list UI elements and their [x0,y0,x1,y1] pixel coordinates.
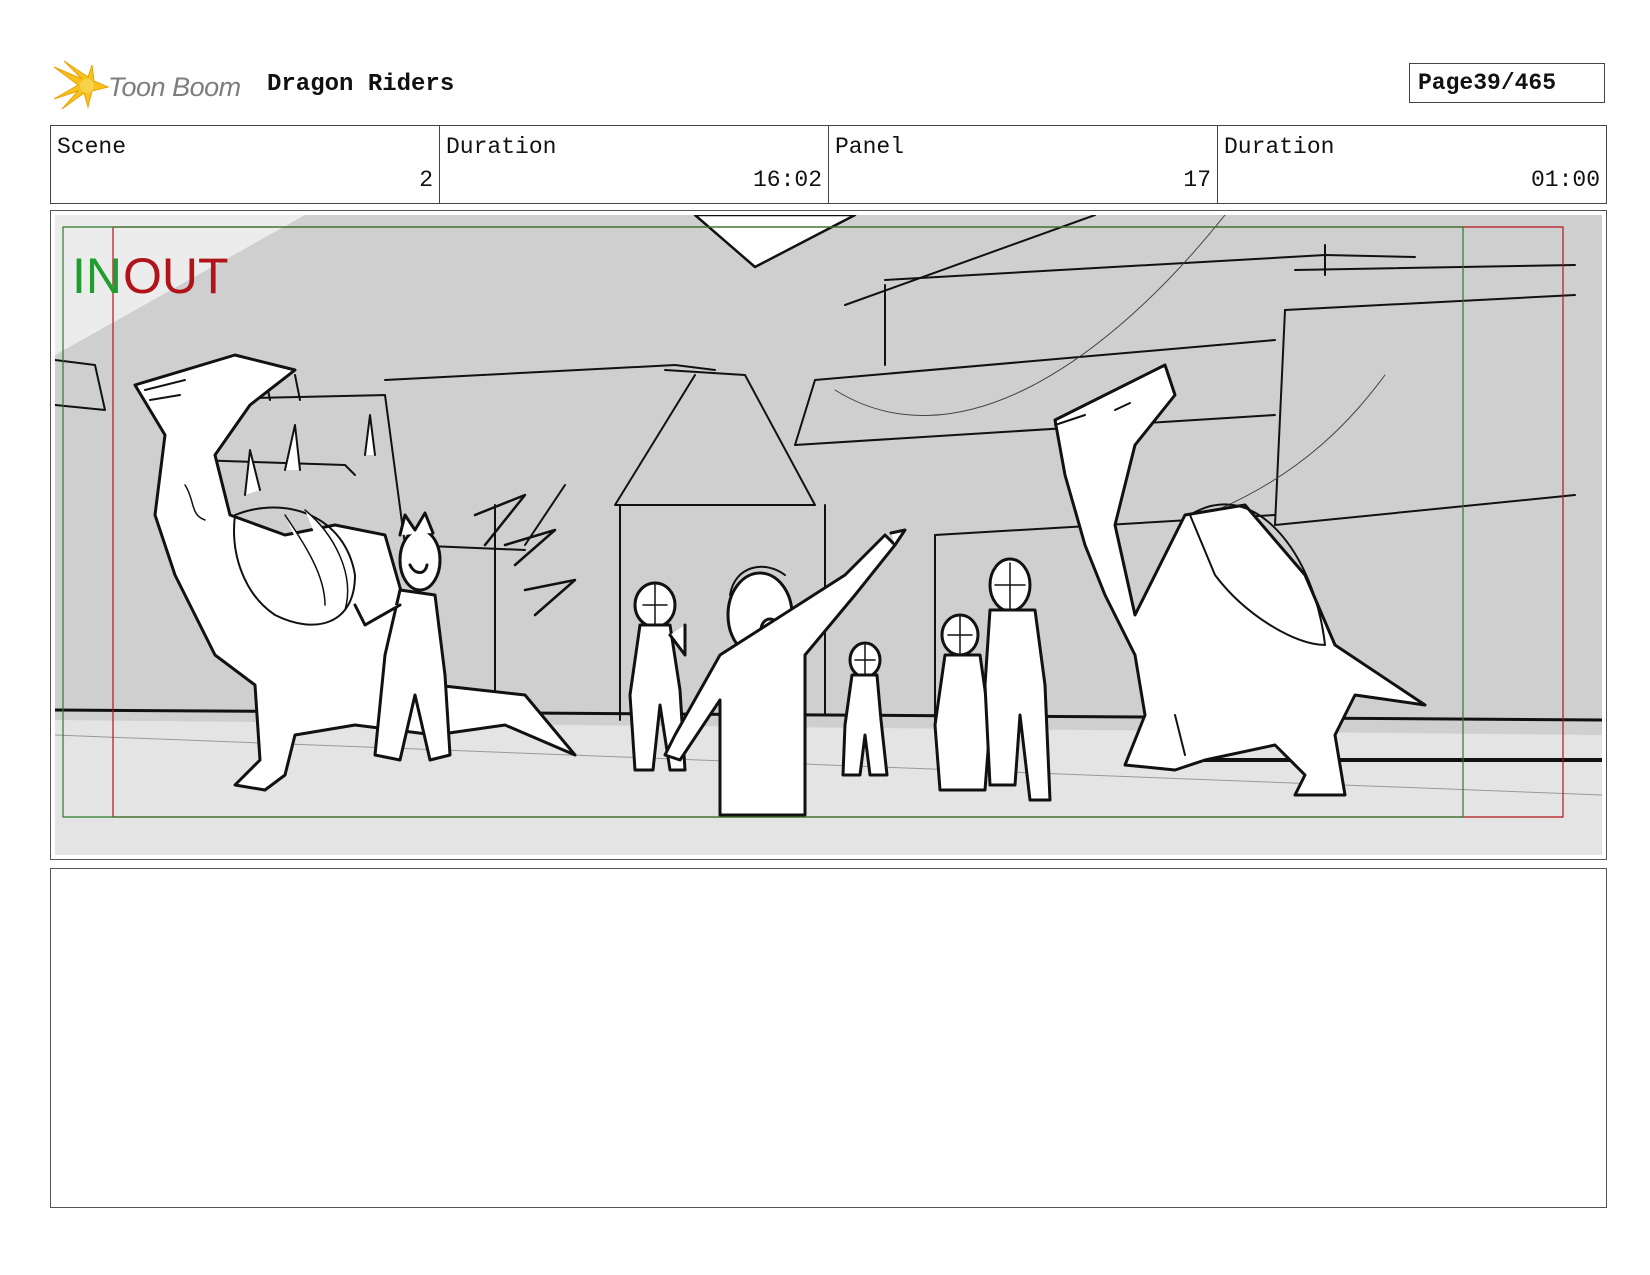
panel-duration-cell: Duration 01:00 [1218,126,1606,203]
panel-value: 17 [1183,167,1211,193]
panel-frame: IN OUT [50,210,1607,860]
page-label: Page [1418,70,1474,96]
scene-label: Scene [57,134,127,160]
in-marker: IN [72,248,122,304]
panel-label: Panel [835,134,905,160]
panel-cell: Panel 17 [829,126,1218,203]
scene-info-table: Scene 2 Duration 16:02 Panel 17 Duration… [50,125,1607,204]
panel-duration-label: Duration [1224,134,1335,160]
panel-notes-box[interactable] [50,868,1607,1208]
project-title: Dragon Riders [267,71,455,98]
storyboard-sketch: IN OUT [55,215,1602,855]
storyboard-header: Toon Boom Dragon Riders Page 39/465 [52,55,1612,115]
scene-cell: Scene 2 [51,126,440,203]
scene-duration-value: 16:02 [752,167,822,193]
scene-duration-label: Duration [446,134,557,160]
toon-boom-logo: Toon Boom [52,59,252,115]
out-marker: OUT [123,248,229,304]
panel-duration-value: 01:00 [1530,167,1600,193]
scene-duration-cell: Duration 16:02 [440,126,829,203]
star-burst-icon [53,60,110,110]
scene-value: 2 [419,167,433,193]
page-number: 39/465 [1473,70,1557,96]
logo-wordmark: Toon Boom [108,72,241,102]
page-indicator: Page 39/465 [1409,63,1605,103]
